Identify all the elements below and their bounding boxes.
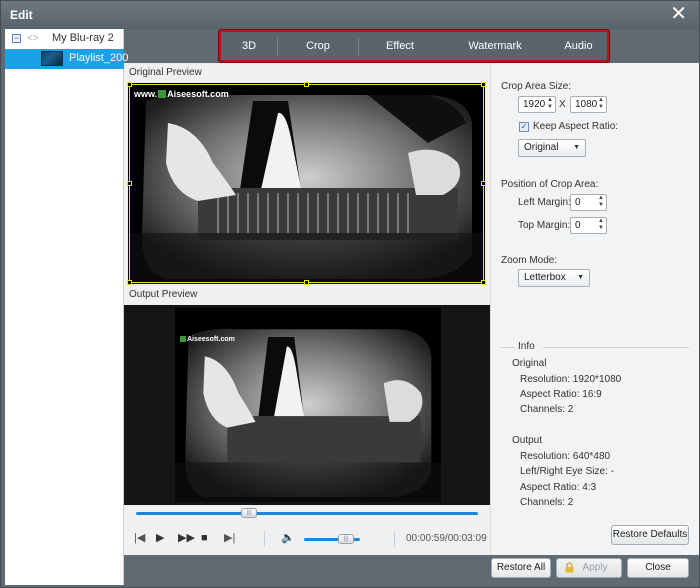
stepper-arrows-icon[interactable]: ▲ ▼ [547, 97, 553, 111]
zoom-mode-dropdown[interactable]: Letterbox ▼ [518, 269, 590, 287]
tree-item-label: Playlist_200 [69, 52, 129, 64]
info-header: Info [518, 341, 535, 352]
edit-tabs: 3D Crop Effect Watermark Audio [219, 30, 609, 62]
fast-forward-icon[interactable]: ▶▶ [178, 532, 195, 544]
crop-handle[interactable] [481, 280, 486, 285]
time-display: 00:00:59/00:03:09 [406, 533, 487, 544]
apply-button-label: Apply [582, 562, 608, 573]
crop-position-label: Position of Crop Area: [501, 179, 599, 190]
player-controls: |◀ ▶ ▶▶ ■ ▶| 🔈 ||| 00:00:59/00:03:09 [124, 523, 490, 555]
top-margin-label: Top Margin: [518, 220, 571, 231]
restore-all-button[interactable]: Restore All [491, 558, 551, 578]
zoom-mode-label: Zoom Mode: [501, 255, 558, 266]
zoom-mode-value: Letterbox [524, 272, 566, 283]
chevron-down-icon: ▼ [573, 144, 580, 151]
aspect-ratio-value: Original [524, 142, 559, 153]
crop-handle[interactable] [127, 181, 132, 186]
controls-divider [394, 531, 395, 547]
stepper-arrows-icon[interactable]: ▲ ▼ [598, 195, 604, 209]
volume-handle[interactable]: ||| [338, 534, 354, 544]
volume-icon[interactable]: 🔈 [281, 532, 295, 544]
bottom-bar: Restore All Apply Close [124, 555, 699, 586]
size-separator: X [559, 99, 566, 110]
crop-width-stepper[interactable]: 1920 ▲ ▼ [518, 96, 556, 113]
left-margin-label: Left Margin: [518, 197, 571, 208]
crop-settings-panel: Crop Area Size: 1920 ▲ ▼ X 1080 ▲ ▼ ✓ Keep… [490, 63, 699, 555]
crop-handle[interactable] [481, 82, 486, 87]
info-divider [543, 347, 689, 348]
crop-height-stepper[interactable]: 1080 ▲ ▼ [570, 96, 607, 113]
info-output-header: Output [512, 435, 543, 446]
info-output-aspect: Aspect Ratio: 4:3 [520, 482, 597, 493]
crop-height-value: 1080 [575, 99, 598, 110]
close-button[interactable]: Close [627, 558, 689, 578]
tab-watermark[interactable]: Watermark [440, 32, 550, 60]
title-bar: Edit ✕ [1, 1, 699, 29]
source-tree: − <> My Blu-ray 2 Playlist_200 [5, 29, 128, 585]
tab-divider [358, 38, 359, 56]
window-title: Edit [10, 8, 33, 22]
close-icon[interactable]: ✕ [670, 4, 687, 24]
tab-audio[interactable]: Audio [550, 32, 607, 60]
info-output-resolution: Resolution: 640*480 [520, 451, 611, 462]
tab-crop[interactable]: Crop [279, 32, 357, 60]
info-output-channels: Channels: 2 [520, 497, 574, 508]
play-icon[interactable]: ▶ [156, 532, 164, 544]
seek-handle[interactable]: ||| [240, 508, 257, 518]
stop-icon[interactable]: ■ [201, 532, 208, 544]
output-preview-label: Output Preview [129, 289, 198, 300]
keep-aspect-checkbox[interactable]: ✓ [519, 122, 529, 132]
seek-track[interactable] [136, 512, 478, 515]
keep-aspect-label: Keep Aspect Ratio: [533, 121, 619, 132]
preview-column: Original Preview www. Aiseesoft.com Outp… [124, 63, 490, 555]
output-preview: Aiseesoft.com [124, 305, 490, 505]
stepper-arrows-icon[interactable]: ▲ ▼ [598, 97, 604, 111]
tree-item-label: My Blu-ray 2 [52, 32, 114, 44]
crop-width-value: 1920 [523, 99, 546, 110]
skip-back-icon[interactable]: |◀ [134, 532, 145, 544]
tree-item-disc[interactable]: − <> My Blu-ray 2 [5, 29, 124, 49]
stepper-arrows-icon[interactable]: ▲ ▼ [598, 218, 604, 232]
info-original-channels: Channels: 2 [520, 404, 574, 415]
disc-icon: <> [27, 33, 39, 44]
crop-handle[interactable] [127, 280, 132, 285]
edit-window: Edit ✕ − <> My Blu-ray 2 Playlist_200 3D… [0, 0, 700, 588]
apply-button[interactable]: Apply [556, 558, 622, 578]
left-margin-stepper[interactable]: 0 ▲ ▼ [570, 194, 607, 211]
tab-divider [277, 38, 278, 56]
output-preview-frame: Aiseesoft.com [175, 308, 441, 502]
crop-handle[interactable] [127, 82, 132, 87]
aspect-ratio-dropdown[interactable]: Original ▼ [518, 139, 586, 157]
playlist-thumbnail [41, 51, 63, 66]
collapse-icon[interactable]: − [12, 34, 21, 43]
info-original-resolution: Resolution: 1920*1080 [520, 374, 622, 385]
original-preview-label: Original Preview [129, 67, 202, 78]
tab-effect[interactable]: Effect [360, 32, 440, 60]
info-divider [501, 347, 515, 348]
output-watermark: Aiseesoft.com [179, 336, 235, 343]
top-margin-stepper[interactable]: 0 ▲ ▼ [570, 217, 607, 234]
info-original-header: Original [512, 358, 547, 369]
seek-bar[interactable]: ||| [124, 505, 490, 523]
tab-3d[interactable]: 3D [221, 32, 277, 60]
controls-divider [264, 531, 265, 547]
info-original-aspect: Aspect Ratio: 16:9 [520, 389, 602, 400]
info-output-eye-size: Left/Right Eye Size: - [520, 466, 614, 477]
brand-logo-icon [180, 336, 186, 342]
crop-area-size-label: Crop Area Size: [501, 81, 572, 92]
main-panel: Original Preview www. Aiseesoft.com Outp… [124, 63, 699, 555]
crop-handle[interactable] [304, 82, 309, 87]
lock-icon [565, 562, 574, 573]
tree-item-playlist[interactable]: Playlist_200 [5, 49, 128, 69]
left-margin-value: 0 [575, 197, 581, 208]
crop-handle[interactable] [481, 181, 486, 186]
crop-handle[interactable] [304, 280, 309, 285]
chevron-down-icon: ▼ [577, 274, 584, 281]
restore-defaults-button[interactable]: Restore Defaults [611, 525, 689, 545]
top-margin-value: 0 [575, 220, 581, 231]
crop-frame[interactable] [127, 82, 486, 285]
skip-forward-icon[interactable]: ▶| [224, 532, 235, 544]
